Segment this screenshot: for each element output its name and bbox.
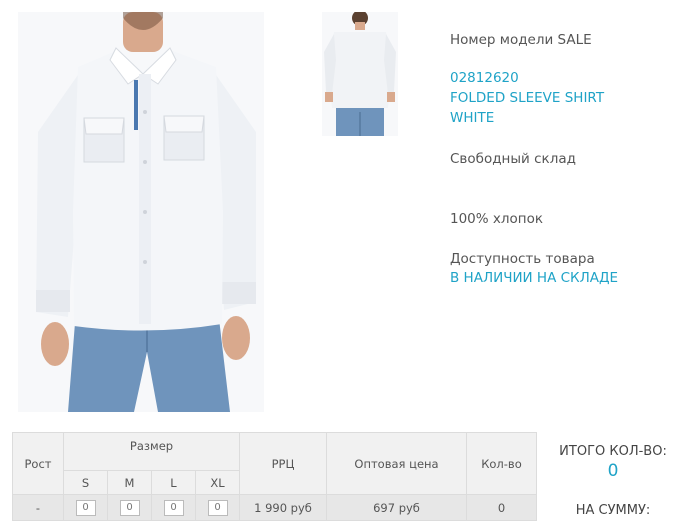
col-height-header: Рост xyxy=(12,432,64,495)
col-size-header: Размер xyxy=(63,432,240,471)
model-number: Номер модели SALE xyxy=(450,32,592,48)
product-sku-link[interactable]: 02812620 xyxy=(450,68,519,88)
wholesale-value: 697 руб xyxy=(326,494,467,521)
size-price-table: Рост Размер РРЦ Оптовая цена Кол-во S M … xyxy=(12,432,537,521)
total-qty-value: 0 xyxy=(607,461,619,481)
size-l-header: L xyxy=(151,470,196,495)
qty-input-s[interactable]: 0 xyxy=(75,500,96,516)
product-material: 100% хлопок xyxy=(450,211,544,227)
size-m-header: M xyxy=(107,470,152,495)
total-qty-label: ИТОГО КОЛ-ВО: xyxy=(559,444,667,459)
qty-input-m[interactable]: 0 xyxy=(119,500,140,516)
qty-total-value: 0 xyxy=(466,494,537,521)
size-s-header: S xyxy=(63,470,108,495)
qty-cell-m: 0 xyxy=(107,494,152,521)
qty-cell-s: 0 xyxy=(63,494,108,521)
table-row: - 0 0 0 0 1 990 руб 697 руб 0 xyxy=(12,494,537,521)
product-name-link[interactable]: FOLDED SLEEVE SHIRT xyxy=(450,88,604,108)
availability-status: В НАЛИЧИИ НА СКЛАДЕ xyxy=(450,270,619,286)
qty-input-l[interactable]: 0 xyxy=(163,500,184,516)
col-rrp-header: РРЦ xyxy=(239,432,327,495)
qty-cell-xl: 0 xyxy=(195,494,240,521)
product-main-image[interactable] xyxy=(18,12,264,412)
rrp-value: 1 990 руб xyxy=(239,494,327,521)
col-qty-header: Кол-во xyxy=(466,432,537,495)
total-sum-label: НА СУММУ: xyxy=(575,503,651,518)
size-xl-header: XL xyxy=(195,470,240,495)
product-color-link[interactable]: WHITE xyxy=(450,108,494,128)
col-wholesale-header: Оптовая цена xyxy=(326,432,467,495)
product-thumbnail-back[interactable] xyxy=(322,12,398,136)
height-value: - xyxy=(12,494,64,521)
availability-label: Доступность товара xyxy=(450,251,595,267)
product-fit: Свободный склад xyxy=(450,151,576,167)
order-totals: ИТОГО КОЛ-ВО: 0 НА СУММУ: xyxy=(548,444,678,518)
qty-cell-l: 0 xyxy=(151,494,196,521)
qty-input-xl[interactable]: 0 xyxy=(207,500,228,516)
